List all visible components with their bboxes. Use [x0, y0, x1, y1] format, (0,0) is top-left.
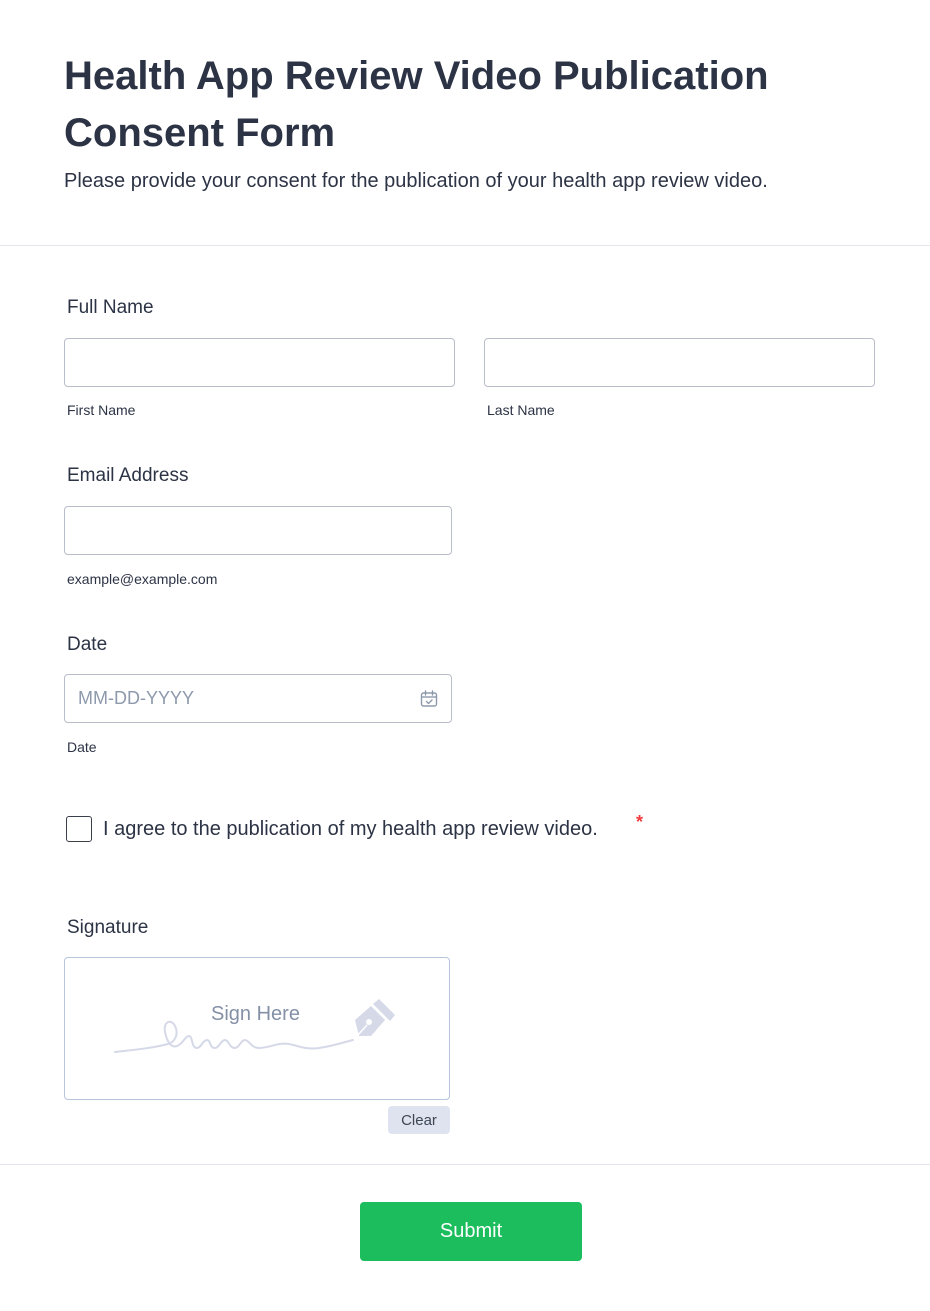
pen-nib-icon [355, 999, 395, 1037]
last-name-sublabel: Last Name [487, 402, 555, 418]
full-name-label: Full Name [67, 297, 154, 318]
first-name-sublabel: First Name [67, 402, 136, 418]
form-page: Health App Review Video Publication Cons… [0, 0, 930, 1311]
date-sublabel: Date [67, 739, 97, 755]
sign-here-text: Sign Here [211, 1003, 300, 1025]
form-subtitle: Please provide your consent for the publ… [64, 170, 768, 192]
form-title: Health App Review Video Publication Cons… [64, 54, 769, 155]
email-label: Email Address [67, 465, 189, 486]
calendar-icon[interactable] [419, 689, 439, 709]
email-sublabel: example@example.com [67, 571, 218, 587]
date-label: Date [67, 634, 108, 655]
date-input[interactable] [64, 674, 452, 723]
email-input[interactable] [64, 506, 452, 555]
signature-pad[interactable]: Sign Here [64, 957, 450, 1100]
signature-label: Signature [67, 917, 149, 938]
footer-divider [0, 1164, 930, 1165]
submit-button[interactable]: Submit [360, 1202, 582, 1261]
consent-label[interactable]: I agree to the publication of my health … [103, 816, 598, 842]
first-name-input[interactable] [64, 338, 455, 387]
last-name-input[interactable] [484, 338, 875, 387]
clear-signature-button[interactable]: Clear [388, 1106, 450, 1134]
consent-checkbox[interactable] [66, 816, 92, 842]
required-asterisk: * [636, 812, 644, 832]
form-header: Health App Review Video Publication Cons… [0, 0, 930, 246]
